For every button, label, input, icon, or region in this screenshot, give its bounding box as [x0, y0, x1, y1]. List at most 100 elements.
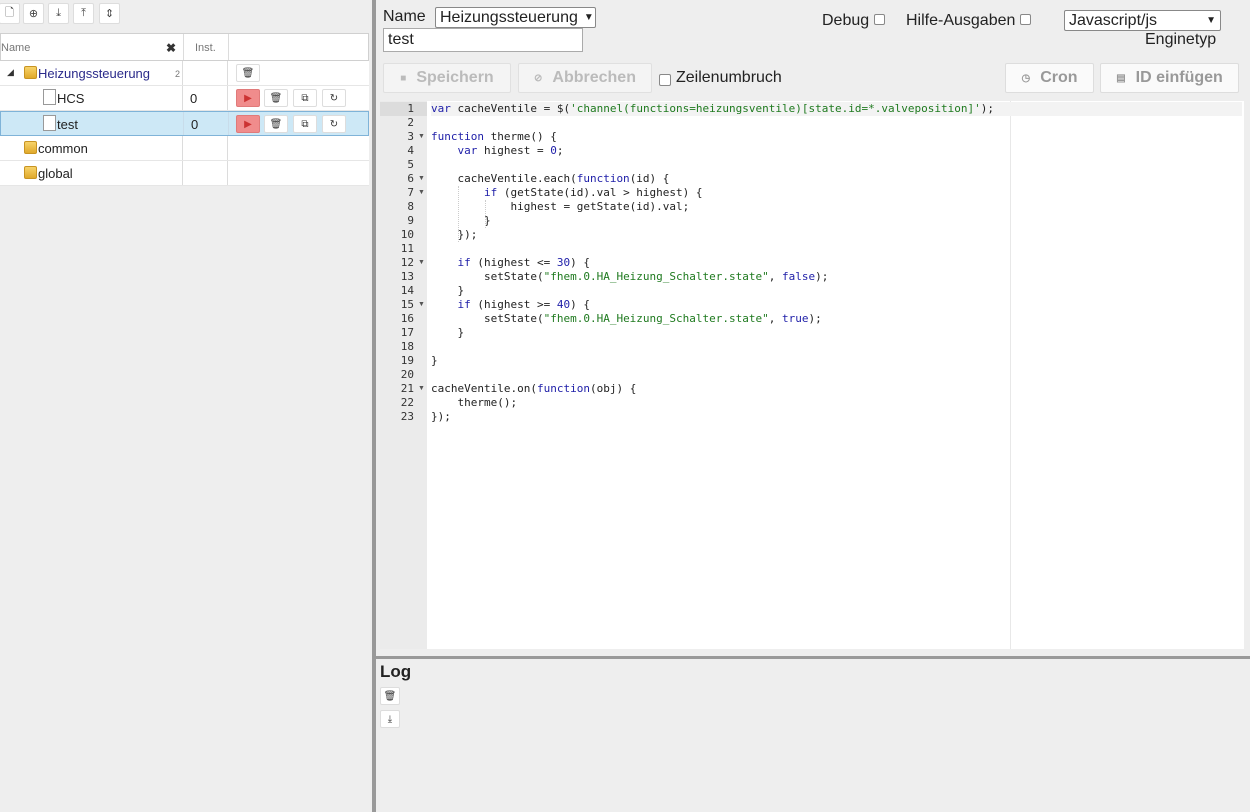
- new-script-icon: 🗋: [5, 7, 14, 19]
- refresh-icon: ↻: [329, 92, 339, 104]
- tree-row-heizungssteuerung[interactable]: ◢ Heizungssteuerung 2 🗑: [0, 61, 369, 86]
- line-number: 8: [407, 200, 414, 213]
- name-label: Name: [383, 8, 426, 25]
- folder-select[interactable]: Heizungssteuerung ▼: [435, 7, 596, 28]
- new-script-button[interactable]: 🗋: [0, 3, 20, 24]
- code-area[interactable]: var cacheVentile = $('channel(functions=…: [431, 101, 1244, 649]
- print-margin: [1010, 101, 1011, 649]
- download-log-button[interactable]: ⤓: [380, 710, 400, 728]
- insert-id-button[interactable]: ▤ ID einfügen: [1100, 63, 1239, 93]
- folder-icon: [24, 141, 37, 154]
- tree-row-hcs[interactable]: HCS 0 ▶ 🗑 ⧉ ↻: [0, 86, 369, 111]
- code-line: if (getState(id).val > highest) {: [483, 186, 703, 199]
- cron-label: Cron: [1040, 69, 1078, 86]
- code-line: var cacheVentile = $('channel(functions=…: [431, 102, 1242, 116]
- import-button[interactable]: ⤓: [48, 3, 69, 24]
- add-folder-button[interactable]: ⊕: [23, 3, 44, 24]
- log-splitter[interactable]: [376, 656, 1250, 659]
- copy-script-button[interactable]: ⧉: [293, 89, 317, 107]
- cron-button[interactable]: ◷ Cron: [1005, 63, 1094, 93]
- code-line: setState("fhem.0.HA_Heizung_Schalter.sta…: [431, 312, 822, 325]
- delete-script-button[interactable]: 🗑: [264, 115, 288, 133]
- tree-row-test[interactable]: test 0 ▶ 🗑 ⧉ ↻: [0, 111, 369, 136]
- collapse-all-button[interactable]: ⤒: [73, 3, 94, 24]
- code-line: }: [431, 326, 465, 339]
- code-line: if (highest <= 30) {: [457, 256, 590, 269]
- expand-all-icon: ⇕: [104, 8, 115, 20]
- line-number: 13: [400, 270, 414, 283]
- play-icon: ▶: [244, 118, 252, 130]
- save-label: Speichern: [416, 69, 494, 86]
- code-editor[interactable]: 1 2 3 ▼ 4 5 6 ▼ 7 ▼ 8 9 10 11 12 ▼ 13 14 15 ▼ 16 17 18 19 20 21 ▼ 2…: [380, 101, 1244, 649]
- code-line: setState("fhem.0.HA_Heizung_Schalter.sta…: [431, 270, 829, 283]
- fold-arrow-icon[interactable]: ▼: [418, 382, 425, 396]
- play-icon: ▶: [244, 92, 252, 104]
- engine-select[interactable]: Javascript/js ▼: [1064, 10, 1221, 31]
- code-line: });: [431, 228, 478, 241]
- cancel-button[interactable]: ⊘ Abbrechen: [518, 63, 652, 93]
- list-icon: ▤: [1116, 72, 1126, 84]
- tree-row-common[interactable]: common: [0, 136, 369, 161]
- code-line: function therme() {: [431, 130, 557, 143]
- line-number-gutter: 1 2 3 ▼ 4 5 6 ▼ 7 ▼ 8 9 10 11 12 ▼ 13 14 15 ▼ 16 17 18 19 20 21 ▼ 2…: [380, 101, 427, 649]
- fold-arrow-icon[interactable]: ▼: [418, 186, 425, 200]
- folder-select-value: Heizungssteuerung: [440, 8, 578, 26]
- restart-script-button[interactable]: ↻: [322, 115, 346, 133]
- instance-value: 0: [191, 117, 199, 132]
- line-number: 14: [400, 284, 414, 297]
- collapse-triangle-icon[interactable]: ◢: [7, 67, 14, 78]
- tree-row-global[interactable]: global: [0, 161, 369, 186]
- clear-filter-icon[interactable]: ✖: [166, 41, 176, 55]
- insert-id-label: ID einfügen: [1135, 69, 1223, 86]
- indent-guide: [484, 200, 486, 228]
- code-line: var highest = 0;: [457, 144, 564, 157]
- folder-icon: [24, 166, 37, 179]
- delete-folder-button[interactable]: 🗑: [236, 64, 260, 82]
- line-number: 16: [400, 312, 414, 325]
- code-line: });: [431, 410, 451, 423]
- clear-log-button[interactable]: 🗑: [380, 687, 400, 705]
- trash-icon: 🗑: [269, 92, 283, 104]
- line-number: 11: [400, 242, 414, 255]
- clock-icon: ◷: [1021, 72, 1031, 84]
- help-output-checkbox[interactable]: [1020, 14, 1031, 25]
- indent-guide: [458, 186, 460, 242]
- line-number: 20: [400, 368, 414, 381]
- run-script-button[interactable]: ▶: [236, 115, 260, 133]
- copy-icon: ⧉: [301, 118, 309, 130]
- fold-arrow-icon[interactable]: ▼: [418, 130, 425, 144]
- tree-row-label: Heizungssteuerung: [38, 66, 151, 81]
- restart-script-button[interactable]: ↻: [322, 89, 346, 107]
- tree-header: Name ✖ Inst.: [0, 33, 369, 61]
- collapse-all-icon: ⤒: [81, 7, 86, 19]
- fold-arrow-icon[interactable]: ▼: [418, 298, 425, 312]
- line-number: 22: [400, 396, 414, 409]
- line-wrap-checkbox[interactable]: [659, 74, 671, 86]
- run-script-button[interactable]: ▶: [236, 89, 260, 107]
- engine-select-value: Javascript/js: [1069, 11, 1158, 29]
- child-count: 2: [175, 69, 181, 79]
- line-number: 4: [407, 144, 414, 157]
- fold-arrow-icon[interactable]: ▼: [418, 256, 425, 270]
- cancel-icon: ⊘: [534, 72, 543, 84]
- debug-checkbox[interactable]: [874, 14, 885, 25]
- copy-script-button[interactable]: ⧉: [293, 115, 317, 133]
- line-number: 1: [380, 102, 427, 116]
- expand-all-button[interactable]: ⇕: [99, 3, 120, 24]
- tree-row-label: HCS: [57, 91, 85, 106]
- refresh-icon: ↻: [329, 118, 339, 130]
- script-name-input[interactable]: test: [383, 28, 583, 52]
- code-line: therme();: [431, 396, 518, 409]
- script-editor-panel: Name Heizungssteuerung ▼ test Debug Hilf…: [376, 0, 1250, 812]
- delete-script-button[interactable]: 🗑: [264, 89, 288, 107]
- save-button[interactable]: ■ Speichern: [383, 63, 511, 93]
- trash-icon: 🗑: [383, 690, 397, 702]
- line-number: 10: [400, 228, 414, 241]
- fold-arrow-icon[interactable]: ▼: [418, 172, 425, 186]
- code-line: }: [431, 214, 491, 227]
- line-number: 17: [400, 326, 414, 339]
- code-line: cacheVentile.on(function(obj) {: [431, 382, 637, 395]
- log-title: Log: [380, 662, 412, 681]
- dropdown-arrow-icon: ▼: [1206, 15, 1216, 26]
- import-icon: ⤓: [56, 7, 61, 19]
